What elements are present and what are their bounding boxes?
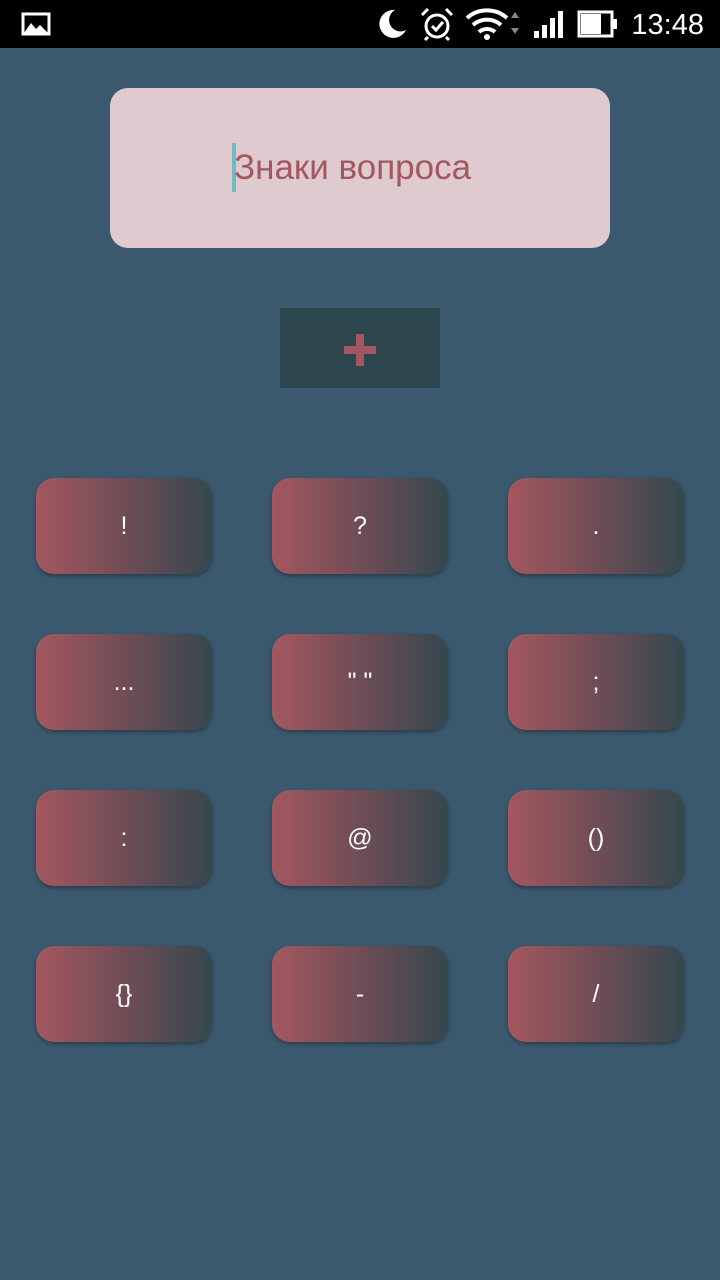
key-quotes[interactable]: " " [272,634,448,730]
key-at[interactable]: @ [272,790,448,886]
alarm-icon [418,0,456,48]
gallery-icon [20,0,52,48]
key-period[interactable]: . [508,478,684,574]
status-bar: 13:48 [0,0,720,48]
key-slash[interactable]: / [508,946,684,1042]
key-colon[interactable]: : [36,790,212,886]
signal-icon [530,0,568,48]
key-dash[interactable]: - [272,946,448,1042]
key-braces[interactable]: {} [36,946,212,1042]
key-question[interactable]: ? [272,478,448,574]
key-exclamation[interactable]: ! [36,478,212,574]
key-parentheses[interactable]: () [508,790,684,886]
input-text: Знаки вопроса [234,148,472,187]
status-time: 13:48 [631,9,704,41]
add-button[interactable] [280,308,440,388]
key-ellipsis[interactable]: ... [36,634,212,730]
moon-icon [372,0,410,48]
key-semicolon[interactable]: ; [508,634,684,730]
battery-icon [576,0,620,48]
text-input[interactable]: Знаки вопроса [110,88,610,248]
wifi-icon [464,0,522,48]
